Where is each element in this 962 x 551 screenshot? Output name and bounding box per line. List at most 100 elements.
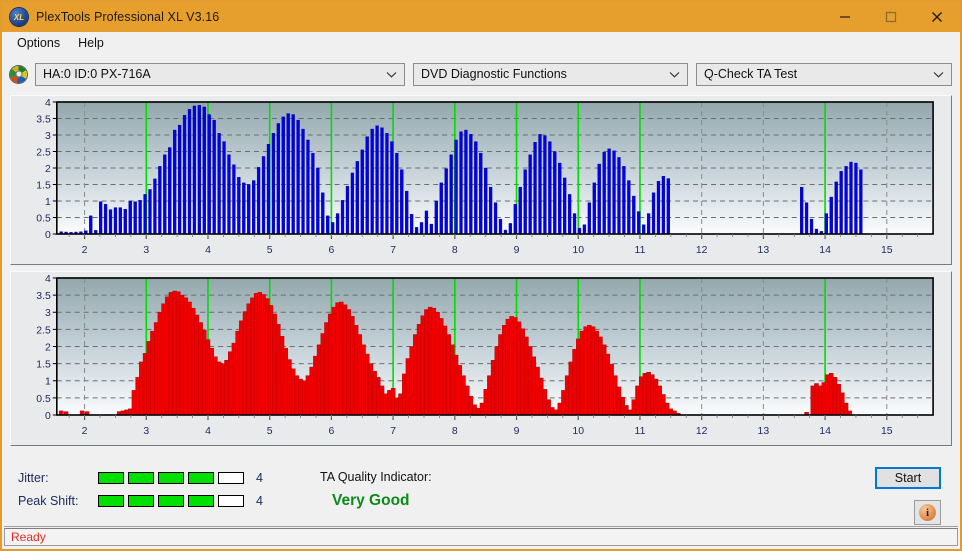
svg-text:11: 11 bbox=[635, 245, 646, 256]
svg-text:13: 13 bbox=[758, 426, 770, 437]
info-icon: i bbox=[919, 504, 936, 521]
svg-text:3: 3 bbox=[143, 245, 149, 256]
chevron-down-icon bbox=[386, 64, 397, 85]
test-select[interactable]: Q-Check TA Test bbox=[696, 62, 952, 86]
jitter-label: Jitter: bbox=[18, 471, 49, 485]
svg-text:0: 0 bbox=[45, 230, 51, 241]
svg-text:1: 1 bbox=[45, 377, 51, 388]
svg-text:4: 4 bbox=[205, 426, 211, 437]
svg-text:4: 4 bbox=[205, 245, 211, 256]
function-select-value: DVD Diagnostic Functions bbox=[421, 67, 567, 81]
svg-text:4: 4 bbox=[45, 98, 51, 109]
function-select[interactable]: DVD Diagnostic Functions bbox=[413, 62, 688, 86]
peak-shift-label: Peak Shift: bbox=[18, 494, 79, 508]
menu-bar: Options Help bbox=[2, 32, 960, 55]
svg-text:9: 9 bbox=[514, 245, 520, 256]
meter-block bbox=[128, 472, 154, 484]
peak-shift-chart: 0 0.5 1 1.5 2 2.5 3 3.5 4 2 3 4 5 6 7 8 9 10 11 12 13 14 15 bbox=[11, 272, 951, 445]
svg-text:7: 7 bbox=[390, 245, 396, 256]
svg-text:6: 6 bbox=[329, 245, 335, 256]
chevron-down-icon bbox=[669, 64, 680, 85]
svg-text:2: 2 bbox=[45, 342, 51, 353]
peak-shift-value: 4 bbox=[256, 494, 263, 508]
meter-block bbox=[218, 495, 244, 507]
svg-text:2.5: 2.5 bbox=[36, 325, 51, 336]
svg-text:3: 3 bbox=[143, 426, 149, 437]
meter-block bbox=[158, 472, 184, 484]
svg-text:5: 5 bbox=[267, 426, 273, 437]
window-title: PlexTools Professional XL V3.16 bbox=[36, 10, 220, 24]
status-bar: Ready bbox=[4, 526, 958, 547]
bottom-controls: Jitter: 4 Peak Shift: 4 TA Quality Indic… bbox=[2, 462, 960, 530]
svg-text:3: 3 bbox=[45, 131, 51, 142]
meter-block bbox=[98, 495, 124, 507]
svg-text:8: 8 bbox=[452, 245, 458, 256]
window-controls bbox=[822, 2, 960, 32]
peak-shift-meter-row: Peak Shift: 4 bbox=[18, 494, 263, 508]
plextools-window: XL PlexTools Professional XL V3.16 Optio… bbox=[0, 0, 962, 551]
svg-text:1.5: 1.5 bbox=[36, 180, 51, 191]
info-button[interactable]: i bbox=[914, 500, 941, 525]
svg-text:14: 14 bbox=[819, 245, 831, 256]
chevron-down-icon bbox=[933, 64, 944, 85]
svg-text:4: 4 bbox=[45, 274, 51, 285]
svg-text:12: 12 bbox=[696, 426, 708, 437]
svg-text:3.5: 3.5 bbox=[36, 114, 51, 125]
maximize-icon[interactable] bbox=[868, 2, 914, 32]
meter-block bbox=[128, 495, 154, 507]
svg-text:14: 14 bbox=[819, 426, 831, 437]
jitter-meter-row: Jitter: 4 bbox=[18, 471, 263, 485]
svg-text:8: 8 bbox=[452, 426, 458, 437]
svg-text:15: 15 bbox=[881, 426, 893, 437]
svg-text:15: 15 bbox=[881, 245, 893, 256]
meter-block bbox=[98, 472, 124, 484]
svg-text:5: 5 bbox=[267, 245, 273, 256]
title-bar: XL PlexTools Professional XL V3.16 bbox=[2, 2, 960, 32]
svg-text:2: 2 bbox=[82, 426, 88, 437]
peak-shift-meter-blocks bbox=[98, 495, 244, 507]
meter-block bbox=[188, 495, 214, 507]
meter-block bbox=[158, 495, 184, 507]
close-icon[interactable] bbox=[914, 2, 960, 32]
ta-quality-block: TA Quality Indicator: Very Good bbox=[320, 470, 432, 510]
test-select-value: Q-Check TA Test bbox=[704, 67, 798, 81]
jitter-chart-panel: 0 0.5 1 1.5 2 2.5 3 3.5 4 2 3 4 5 6 7 8 9 10 11 12 13 14 15 bbox=[10, 95, 952, 265]
app-logo-icon: XL bbox=[10, 8, 28, 26]
menu-item-help[interactable]: Help bbox=[69, 34, 113, 52]
peak-shift-chart-panel: 0 0.5 1 1.5 2 2.5 3 3.5 4 2 3 4 5 6 7 8 9 10 11 12 13 14 15 bbox=[10, 271, 952, 446]
jitter-value: 4 bbox=[256, 471, 263, 485]
svg-text:1.5: 1.5 bbox=[36, 360, 51, 371]
menu-item-options[interactable]: Options bbox=[8, 34, 69, 52]
svg-text:0: 0 bbox=[45, 411, 51, 422]
svg-text:7: 7 bbox=[390, 426, 396, 437]
start-button[interactable]: Start bbox=[875, 467, 941, 489]
svg-text:10: 10 bbox=[572, 245, 584, 256]
svg-text:3: 3 bbox=[45, 308, 51, 319]
ta-quality-label: TA Quality Indicator: bbox=[320, 470, 432, 484]
svg-text:12: 12 bbox=[696, 245, 708, 256]
svg-text:9: 9 bbox=[514, 426, 520, 437]
svg-text:6: 6 bbox=[329, 426, 335, 437]
svg-text:2: 2 bbox=[82, 245, 88, 256]
meter-block bbox=[188, 472, 214, 484]
svg-text:13: 13 bbox=[758, 245, 770, 256]
ta-quality-value: Very Good bbox=[332, 492, 410, 509]
svg-text:2: 2 bbox=[45, 164, 51, 175]
minimize-icon[interactable] bbox=[822, 2, 868, 32]
meter-block bbox=[218, 472, 244, 484]
jitter-meter-blocks bbox=[98, 472, 244, 484]
svg-text:2.5: 2.5 bbox=[36, 147, 51, 158]
selector-row: HA:0 ID:0 PX-716A DVD Diagnostic Functio… bbox=[10, 59, 952, 89]
svg-text:0.5: 0.5 bbox=[36, 394, 51, 405]
svg-text:1: 1 bbox=[45, 197, 51, 208]
svg-text:3.5: 3.5 bbox=[36, 291, 51, 302]
svg-text:10: 10 bbox=[572, 426, 584, 437]
svg-text:0.5: 0.5 bbox=[36, 213, 51, 224]
drive-select-value: HA:0 ID:0 PX-716A bbox=[43, 67, 151, 81]
jitter-chart: 0 0.5 1 1.5 2 2.5 3 3.5 4 2 3 4 5 6 7 8 9 10 11 12 13 14 15 bbox=[11, 96, 951, 264]
svg-text:11: 11 bbox=[635, 426, 646, 437]
status-cell: Ready bbox=[4, 528, 958, 546]
status-text: Ready bbox=[11, 530, 46, 544]
drive-select[interactable]: HA:0 ID:0 PX-716A bbox=[35, 62, 405, 86]
disc-drive-icon bbox=[10, 65, 27, 83]
